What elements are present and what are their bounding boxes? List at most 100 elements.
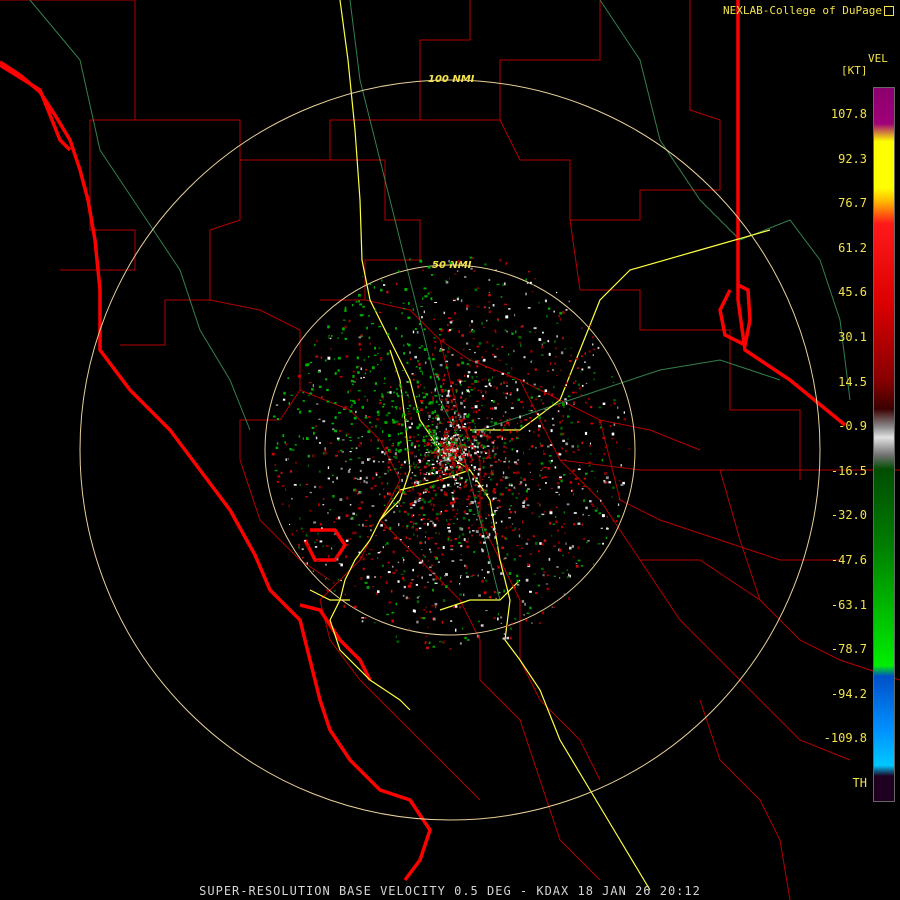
echo-pixel: [496, 283, 500, 286]
echo-pixel: [337, 578, 340, 581]
echo-pixel: [450, 620, 453, 622]
echo-pixel: [302, 556, 305, 559]
echo-pixel: [475, 480, 477, 483]
echo-pixel: [393, 456, 396, 458]
echo-pixel: [417, 410, 420, 413]
echo-pixel: [511, 402, 513, 404]
echo-pixel: [395, 388, 399, 391]
echo-pixel: [327, 356, 331, 360]
echo-pixel: [423, 500, 427, 504]
echo-pixel: [543, 341, 546, 344]
echo-pixel: [571, 445, 574, 448]
echo-pixel: [504, 282, 506, 286]
echo-pixel: [458, 535, 461, 539]
echo-pixel: [437, 561, 440, 563]
echo-pixel: [511, 367, 513, 370]
echo-pixel: [506, 375, 509, 377]
echo-pixel: [459, 451, 462, 454]
echo-pixel: [392, 565, 394, 568]
echo-pixel: [497, 617, 499, 621]
echo-pixel: [448, 405, 450, 409]
echo-pixel: [369, 370, 371, 373]
echo-pixel: [446, 459, 450, 462]
echo-pixel: [561, 420, 564, 422]
echo-pixel: [525, 489, 528, 493]
echo-pixel: [446, 409, 448, 412]
echo-pixel: [380, 359, 382, 362]
echo-pixel: [443, 417, 445, 420]
echo-pixel: [488, 533, 491, 537]
rivers: [29, 0, 851, 601]
echo-pixel: [415, 440, 419, 443]
echo-pixel: [481, 548, 483, 551]
echo-pixel: [521, 600, 525, 603]
echo-pixel: [402, 561, 404, 564]
echo-pixel: [525, 578, 529, 582]
echo-pixel: [439, 349, 442, 352]
echo-pixel: [447, 483, 450, 487]
echo-pixel: [450, 548, 454, 551]
echo-pixel: [495, 521, 498, 524]
echo-pixel: [314, 541, 316, 544]
echo-pixel: [325, 378, 328, 381]
echo-pixel: [465, 390, 468, 393]
echo-pixel: [418, 367, 421, 370]
echo-pixel: [340, 332, 344, 334]
echo-pixel: [448, 259, 450, 263]
echo-pixel: [419, 480, 422, 483]
echo-pixel: [445, 428, 448, 431]
echo-pixel: [542, 574, 545, 576]
echo-pixel: [417, 492, 420, 494]
echo-pixel: [406, 420, 409, 422]
echo-pixel: [503, 442, 507, 445]
echo-pixel: [492, 441, 495, 444]
echo-pixel: [565, 309, 568, 311]
echo-pixel: [424, 555, 426, 558]
echo-pixel: [307, 372, 310, 374]
echo-pixel: [429, 470, 431, 473]
echo-pixel: [510, 407, 514, 409]
echo-pixel: [452, 473, 456, 476]
echo-pixel: [581, 488, 584, 490]
echo-pixel: [422, 479, 426, 481]
echo-pixel: [421, 460, 423, 463]
echo-pixel: [434, 493, 437, 497]
echo-pixel: [470, 501, 473, 504]
echo-pixel: [441, 470, 444, 474]
echo-pixel: [519, 341, 522, 344]
echo-pixel: [377, 557, 379, 559]
echo-pixel: [359, 481, 361, 483]
echo-pixel: [477, 485, 481, 488]
echo-pixel: [432, 436, 434, 438]
echo-pixel: [460, 554, 462, 556]
echo-pixel: [493, 591, 496, 594]
echo-pixel: [478, 441, 481, 444]
echo-pixel: [428, 434, 431, 437]
echo-pixel: [455, 512, 458, 515]
echo-pixel: [569, 472, 572, 475]
echo-pixel: [522, 520, 524, 524]
echo-pixel: [502, 476, 504, 478]
echo-pixel: [543, 450, 545, 452]
echo-pixel: [613, 402, 616, 405]
echo-pixel: [385, 446, 388, 450]
echo-pixel: [448, 416, 451, 420]
echo-pixel: [576, 367, 580, 369]
echo-pixel: [434, 456, 436, 459]
echo-pixel: [489, 595, 492, 599]
echo-pixel: [378, 325, 382, 328]
echo-pixel: [461, 334, 464, 337]
echo-pixel: [424, 295, 428, 298]
echo-pixel: [468, 439, 470, 441]
echo-pixel: [505, 385, 509, 387]
echo-pixel: [325, 563, 327, 566]
echo-pixel: [526, 504, 530, 507]
scale-label: 76.7: [838, 196, 867, 211]
echo-pixel: [556, 506, 558, 508]
echo-pixel: [412, 374, 415, 376]
echo-pixel: [329, 509, 332, 511]
echo-pixel: [577, 522, 581, 525]
echo-pixel: [380, 427, 382, 429]
echo-pixel: [455, 383, 457, 385]
echo-pixel: [285, 488, 287, 491]
